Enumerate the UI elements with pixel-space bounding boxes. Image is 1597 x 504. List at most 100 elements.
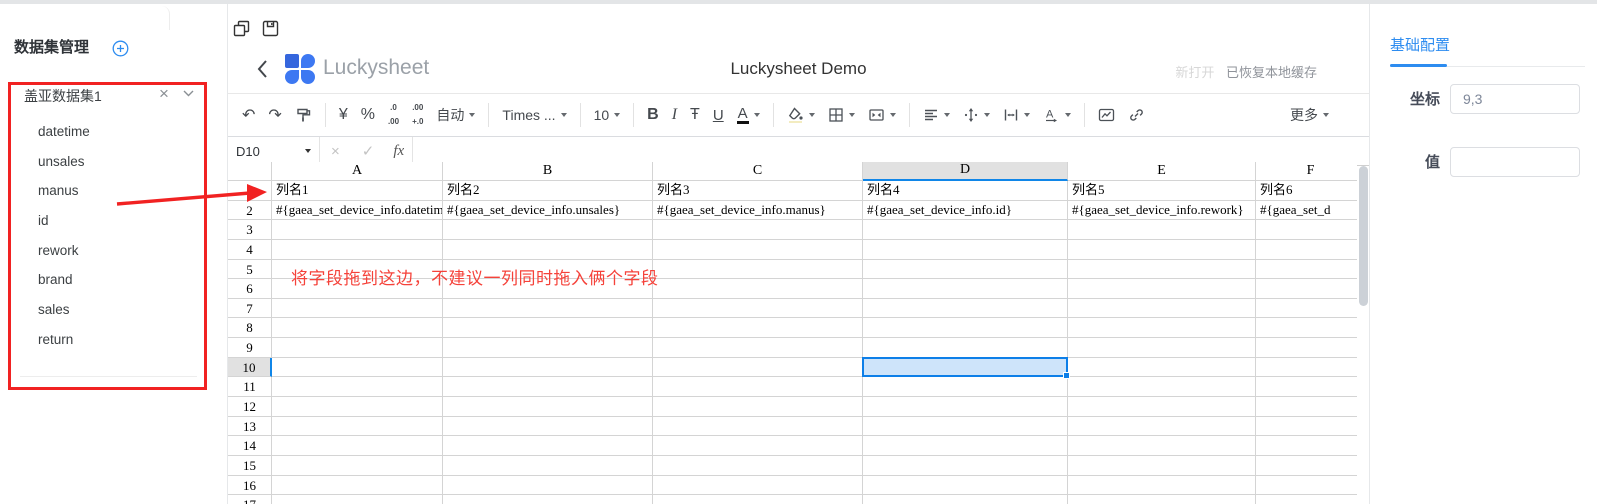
grid-cell-E10[interactable]	[1068, 358, 1256, 378]
undo-button[interactable]: ↶	[242, 105, 255, 125]
save-icon[interactable]	[262, 20, 279, 37]
grid-cell-E6[interactable]	[1068, 279, 1256, 299]
grid-cell-F4[interactable]	[1256, 240, 1357, 260]
grid-cell-D7[interactable]	[863, 299, 1068, 319]
grid-cell-C2[interactable]: #{gaea_set_device_info.manus}	[653, 201, 863, 221]
bold-button[interactable]: B	[647, 106, 659, 124]
insert-link-button[interactable]	[1128, 107, 1145, 123]
grid-cell-E2[interactable]: #{gaea_set_device_info.rework}	[1068, 201, 1256, 221]
dataset-name[interactable]: 盖亚数据集1	[24, 86, 102, 106]
font-size-dropdown[interactable]: 10	[594, 107, 621, 123]
grid-cell-B11[interactable]	[443, 377, 653, 397]
grid-cell-A10[interactable]	[272, 358, 443, 378]
grid-cell-C3[interactable]	[653, 220, 863, 240]
grid-cell-D11[interactable]	[863, 377, 1068, 397]
grid-cell-C9[interactable]	[653, 338, 863, 358]
grid-cell-F3[interactable]	[1256, 220, 1357, 240]
grid-cell-B8[interactable]	[443, 318, 653, 338]
row-header-7[interactable]: 7	[228, 299, 272, 319]
row-header-14[interactable]: 14	[228, 436, 272, 456]
grid-cell-A8[interactable]	[272, 318, 443, 338]
grid-cell-A17[interactable]	[272, 495, 443, 504]
dataset-field[interactable]: brand	[38, 265, 90, 295]
grid-cell-B15[interactable]	[443, 456, 653, 476]
grid-cell-A11[interactable]	[272, 377, 443, 397]
font-family-dropdown[interactable]: Times ...	[502, 107, 566, 123]
grid-cell-E1[interactable]: 列名5	[1068, 181, 1256, 201]
more-dropdown[interactable]: 更多	[1290, 105, 1355, 125]
grid-cell-F14[interactable]	[1256, 436, 1357, 456]
fill-color-dropdown[interactable]	[787, 107, 815, 123]
grid-cell-E14[interactable]	[1068, 436, 1256, 456]
grid-cell-B4[interactable]	[443, 240, 653, 260]
grid-cell-E12[interactable]	[1068, 397, 1256, 417]
grid-cell-A14[interactable]	[272, 436, 443, 456]
grid-cell-B16[interactable]	[443, 476, 653, 496]
grid-cell-E16[interactable]	[1068, 476, 1256, 496]
percent-format-button[interactable]: %	[361, 106, 375, 124]
close-icon[interactable]: ×	[159, 84, 169, 104]
grid-cell-E11[interactable]	[1068, 377, 1256, 397]
grid-cell-C14[interactable]	[653, 436, 863, 456]
grid-cell-F1[interactable]: 列名6	[1256, 181, 1357, 201]
column-header-A[interactable]: A	[272, 162, 443, 181]
column-header-E[interactable]: E	[1068, 162, 1256, 181]
grid-cell-D1[interactable]: 列名4	[863, 181, 1068, 201]
grid-cell-F5[interactable]	[1256, 260, 1357, 280]
grid-cell-B17[interactable]	[443, 495, 653, 504]
grid-cell-C7[interactable]	[653, 299, 863, 319]
grid-cell-D14[interactable]	[863, 436, 1068, 456]
grid-cell-A13[interactable]	[272, 417, 443, 437]
grid-cell-C16[interactable]	[653, 476, 863, 496]
fill-handle[interactable]	[1063, 372, 1070, 379]
row-header-6[interactable]: 6	[228, 279, 272, 299]
grid-cell-C5[interactable]	[653, 260, 863, 280]
grid-cell-D12[interactable]	[863, 397, 1068, 417]
borders-dropdown[interactable]	[828, 107, 855, 123]
grid-cell-C1[interactable]: 列名3	[653, 181, 863, 201]
grid-cell-C11[interactable]	[653, 377, 863, 397]
grid-cell-D3[interactable]	[863, 220, 1068, 240]
grid-cell-B2[interactable]: #{gaea_set_device_info.unsales}	[443, 201, 653, 221]
insert-chart-button[interactable]	[1098, 107, 1115, 123]
grid-cell-D2[interactable]: #{gaea_set_device_info.id}	[863, 201, 1068, 221]
text-rotate-dropdown[interactable]: A	[1043, 107, 1071, 123]
row-header-4[interactable]: 4	[228, 240, 272, 260]
increase-decimal-button[interactable]: .00+.0	[412, 104, 423, 127]
grid-cell-C8[interactable]	[653, 318, 863, 338]
formula-confirm-icon[interactable]: ✓	[351, 142, 386, 160]
status-new-open[interactable]: 新打开	[1175, 65, 1214, 80]
dataset-field[interactable]: sales	[38, 295, 90, 325]
column-header-D[interactable]: D	[863, 162, 1068, 181]
vertical-align-dropdown[interactable]	[963, 107, 990, 123]
grid-cell-C13[interactable]	[653, 417, 863, 437]
grid-cell-D5[interactable]	[863, 260, 1068, 280]
grid-cell-E4[interactable]	[1068, 240, 1256, 260]
grid-cell-F8[interactable]	[1256, 318, 1357, 338]
grid-cell-A15[interactable]	[272, 456, 443, 476]
horizontal-align-dropdown[interactable]	[923, 107, 950, 123]
grid-cell-B12[interactable]	[443, 397, 653, 417]
grid-cell-F16[interactable]	[1256, 476, 1357, 496]
grid-cell-C17[interactable]	[653, 495, 863, 504]
grid-cell-A16[interactable]	[272, 476, 443, 496]
grid-cell-C4[interactable]	[653, 240, 863, 260]
decrease-decimal-button[interactable]: .0.00	[388, 104, 399, 127]
row-header-10[interactable]: 10	[228, 358, 272, 378]
grid-cell-E5[interactable]	[1068, 260, 1256, 280]
vertical-scrollbar[interactable]	[1359, 166, 1368, 306]
grid-cell-B10[interactable]	[443, 358, 653, 378]
format-painter-button[interactable]	[295, 107, 312, 123]
text-wrap-dropdown[interactable]	[1003, 107, 1030, 123]
row-header-2[interactable]: 2	[228, 201, 272, 221]
dataset-field[interactable]: return	[38, 325, 90, 355]
strikethrough-button[interactable]: Ŧ	[690, 106, 700, 124]
grid-cell-D13[interactable]	[863, 417, 1068, 437]
grid-cell-A9[interactable]	[272, 338, 443, 358]
grid-cell-E13[interactable]	[1068, 417, 1256, 437]
grid-cell-C6[interactable]	[653, 279, 863, 299]
grid-cell-A4[interactable]	[272, 240, 443, 260]
grid-cell-F2[interactable]: #{gaea_set_d	[1256, 201, 1357, 221]
grid-cell-A1[interactable]: 列名1	[272, 181, 443, 201]
dataset-field[interactable]: rework	[38, 236, 90, 266]
